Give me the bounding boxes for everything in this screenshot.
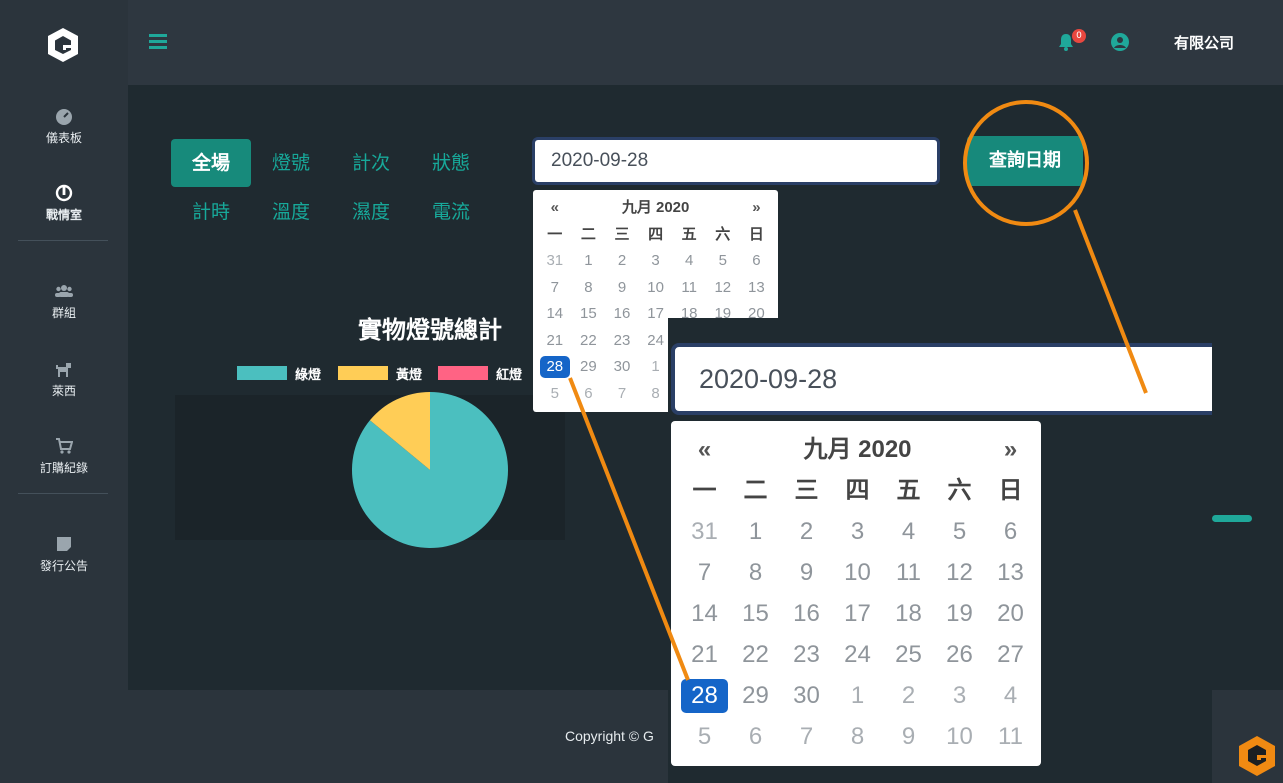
app: 儀表板 戰情室 群組 萊西 訂購紀錄 發行公告 0 有限公司 全場 燈號 計次 … <box>0 0 1283 783</box>
corner-logo-icon <box>1239 736 1275 776</box>
annotation-line <box>1073 209 1148 394</box>
annotation-lines <box>568 209 1148 681</box>
annotation-line <box>568 377 690 681</box>
